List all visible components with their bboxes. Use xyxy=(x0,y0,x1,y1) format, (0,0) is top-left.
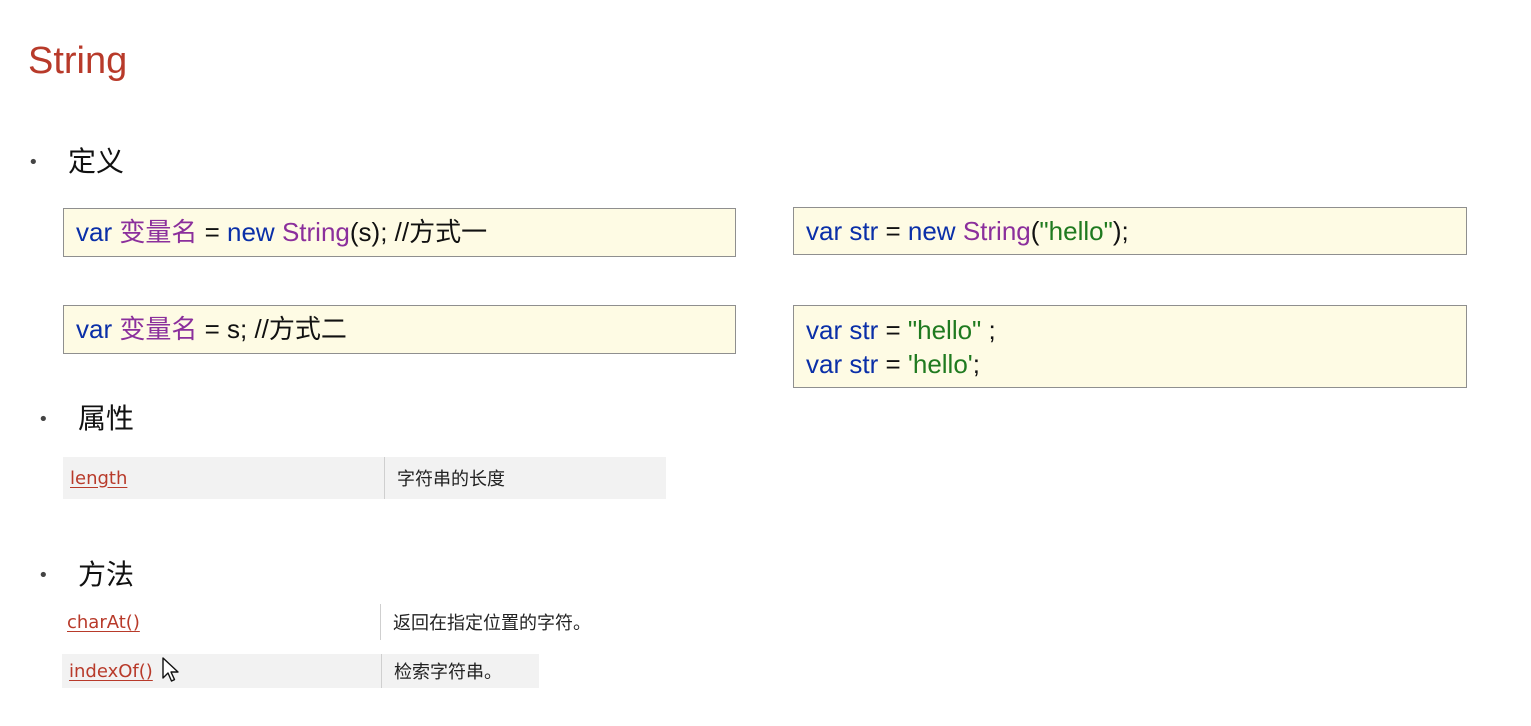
code-variable: str xyxy=(849,315,879,345)
code-new-keyword: new xyxy=(227,217,275,247)
code-box-syntax-two: var 变量名 = s; //方式二 xyxy=(63,305,736,354)
code-terminator: ; xyxy=(972,349,980,379)
section-heading-methods: 方法 xyxy=(78,558,135,591)
method-description: 检索字符串。 xyxy=(394,662,502,683)
code-box-example-two: var str = "hello" ; var str = 'hello'; xyxy=(793,305,1467,388)
code-class-name: String xyxy=(281,217,350,247)
code-operator: = xyxy=(197,217,228,247)
section-heading-definition: 定义 xyxy=(68,145,125,178)
code-terminator: ; xyxy=(981,315,996,345)
property-link-length[interactable]: length xyxy=(63,457,385,499)
code-string-literal: 'hello' xyxy=(907,349,973,379)
method-row-charat: charAt() 返回在指定位置的字符。 xyxy=(60,604,600,640)
code-variable: str xyxy=(849,216,879,246)
code-operator: = xyxy=(878,216,908,246)
code-paren-close: ); xyxy=(1112,216,1129,246)
code-class-name: String xyxy=(962,216,1031,246)
code-rest: (s); //方式一 xyxy=(349,217,488,247)
code-keyword: var xyxy=(76,314,113,344)
code-keyword: var xyxy=(806,349,843,379)
code-string-literal: "hello" xyxy=(907,315,982,345)
property-row-length: length 字符串的长度 xyxy=(63,457,666,499)
bullet-definition: • xyxy=(28,152,39,173)
section-heading-properties: 属性 xyxy=(78,402,135,435)
code-variable: str xyxy=(849,349,879,379)
code-box-example-one: var str = new String("hello"); xyxy=(793,207,1467,255)
method-link-indexof[interactable]: indexOf() xyxy=(62,654,382,688)
property-description: 字符串的长度 xyxy=(397,469,505,490)
code-rest: = s; //方式二 xyxy=(197,314,347,344)
bullet-properties: • xyxy=(38,409,49,430)
method-row-indexof: indexOf() 检索字符串。 xyxy=(62,654,539,688)
code-operator: = xyxy=(878,349,908,379)
code-variable-name: 变量名 xyxy=(119,217,198,247)
code-keyword: var xyxy=(806,315,843,345)
code-keyword: var xyxy=(806,216,843,246)
code-keyword: var xyxy=(76,217,113,247)
code-string-literal: "hello" xyxy=(1039,216,1113,246)
code-new-keyword: new xyxy=(907,216,956,246)
page-title: String xyxy=(28,40,128,82)
code-variable-name: 变量名 xyxy=(119,314,198,344)
code-operator: = xyxy=(878,315,908,345)
arrow-pointer-icon xyxy=(162,657,179,682)
bullet-methods: • xyxy=(38,565,49,586)
method-description: 返回在指定位置的字符。 xyxy=(393,613,591,634)
method-link-charat[interactable]: charAt() xyxy=(60,604,381,640)
code-box-syntax-one: var 变量名 = new String(s); //方式一 xyxy=(63,208,736,257)
